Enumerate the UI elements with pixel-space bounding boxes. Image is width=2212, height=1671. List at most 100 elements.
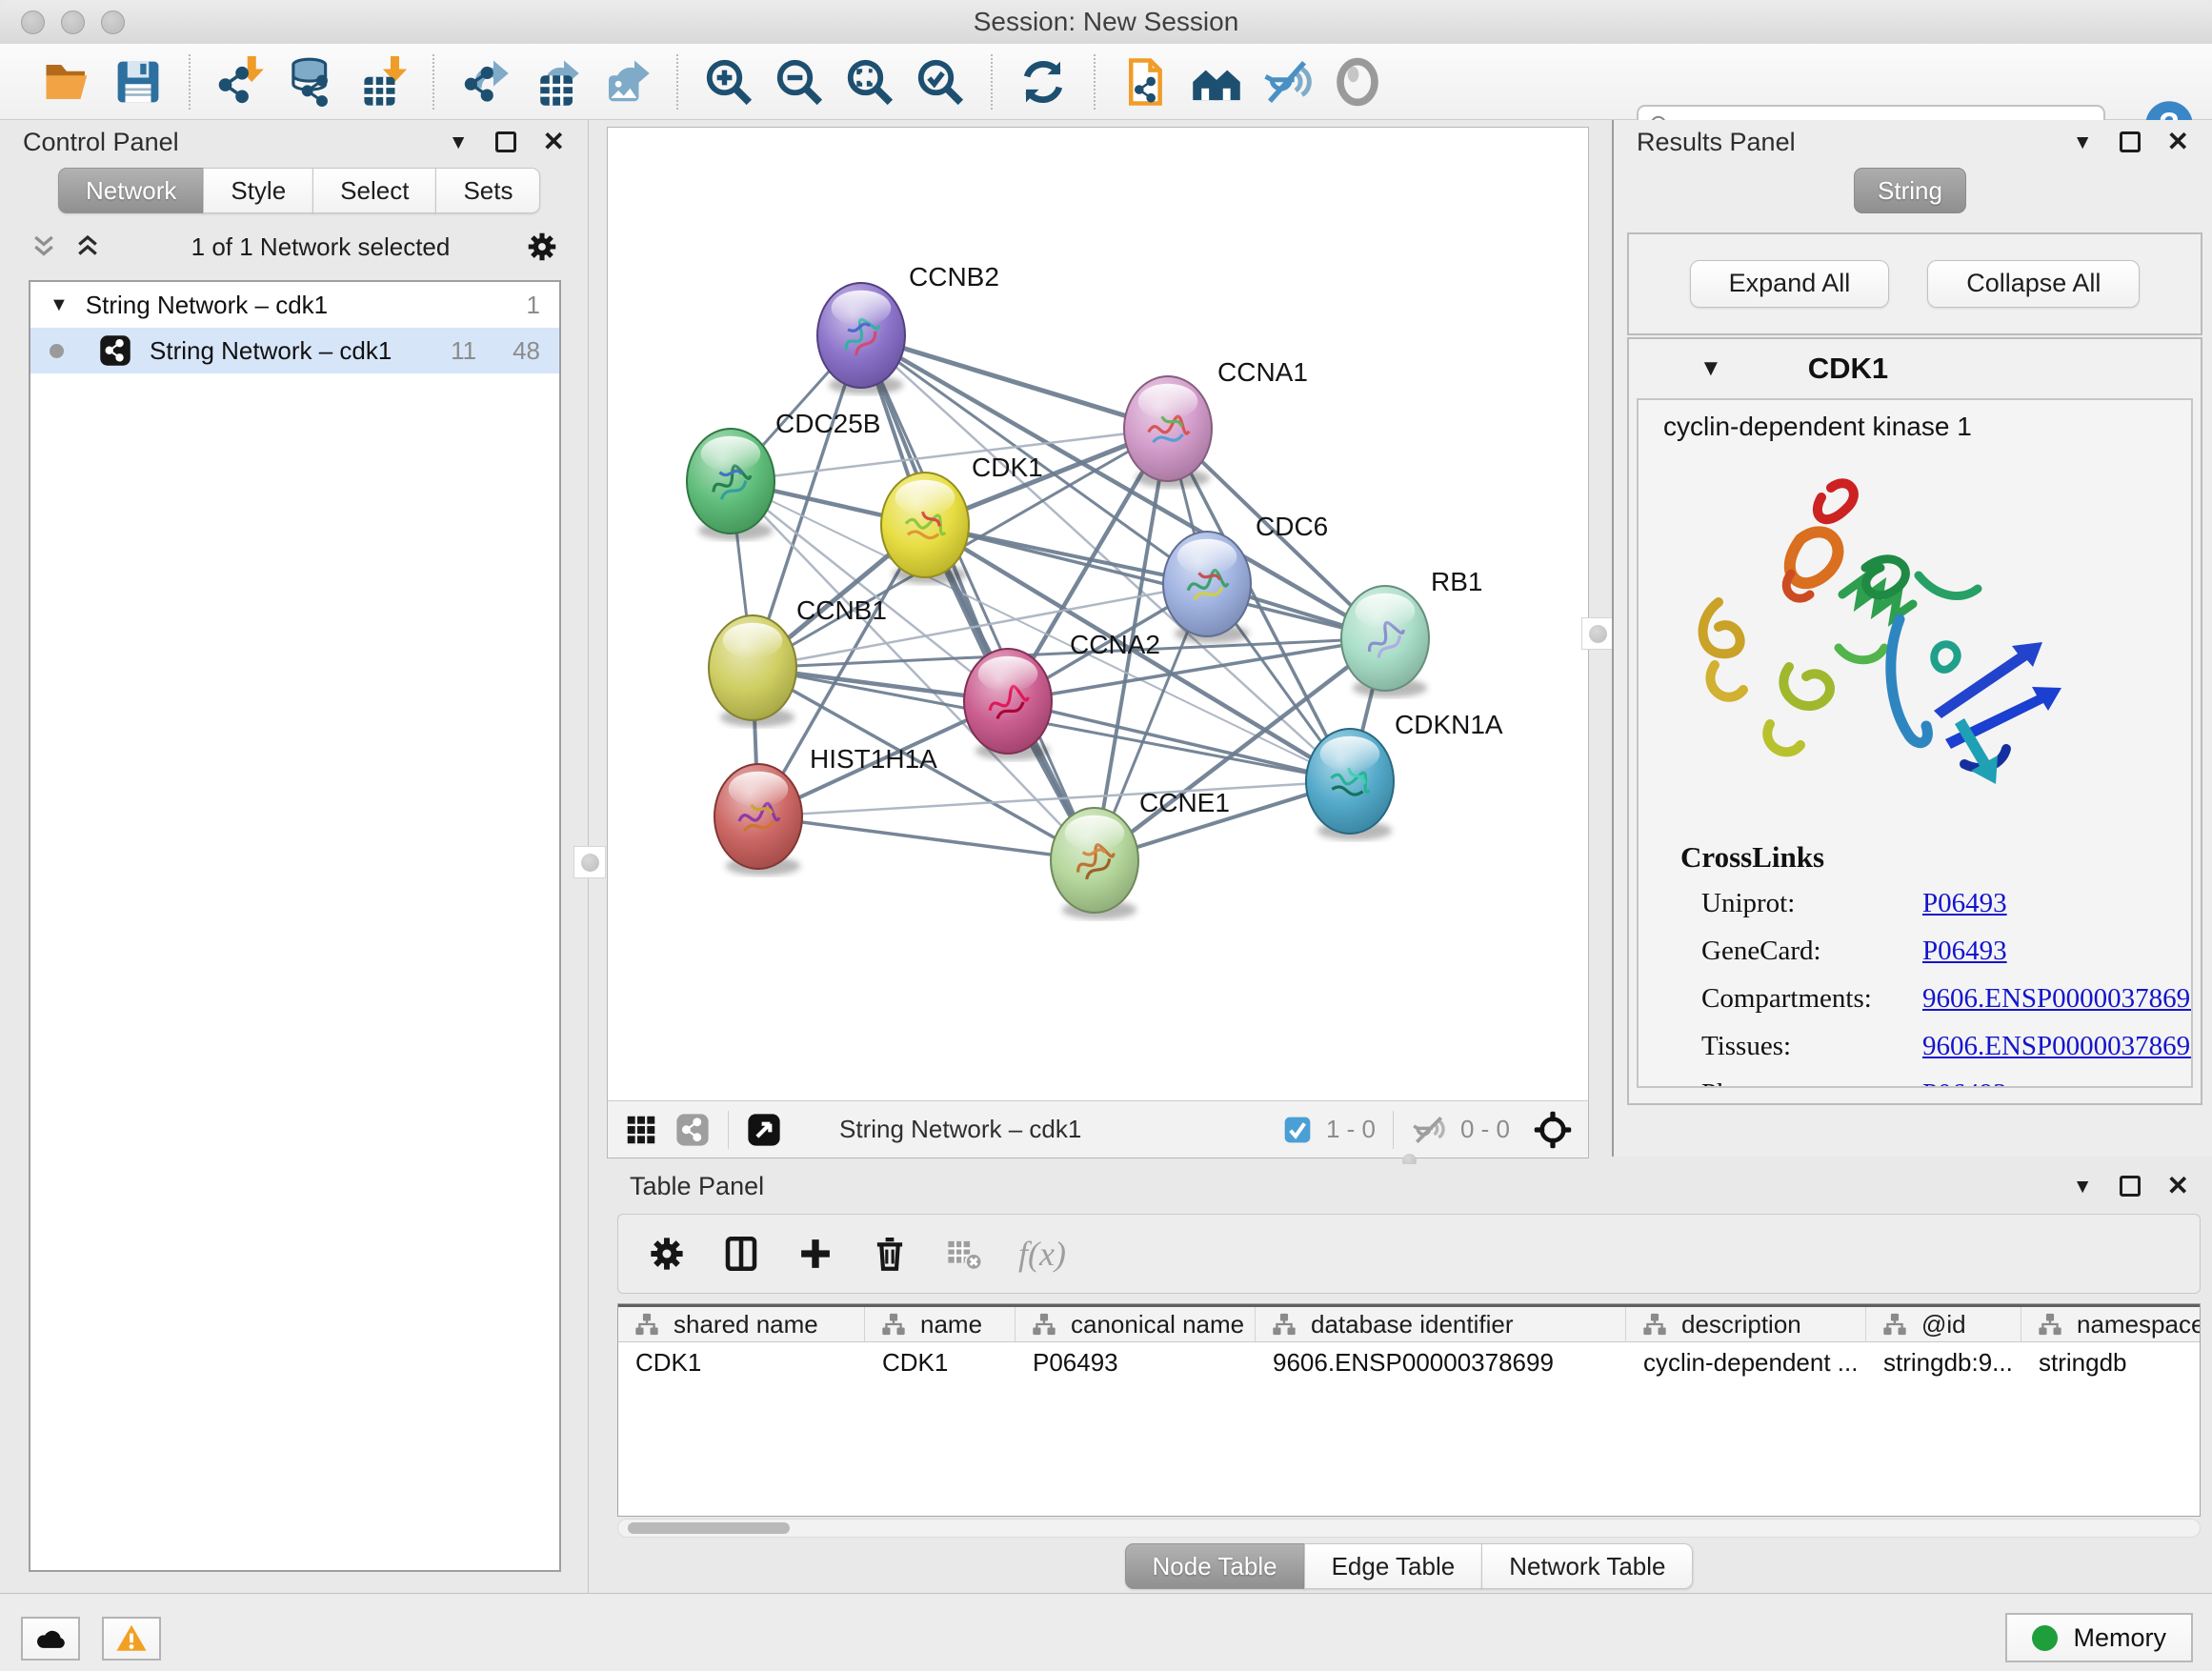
column-header-name[interactable]: name: [865, 1307, 1016, 1341]
table-header-row: shared namenamecanonical namedatabase id…: [618, 1304, 2200, 1342]
tab-string[interactable]: String: [1854, 168, 1966, 213]
save-session-icon[interactable]: [112, 56, 164, 108]
column-header-databaseidentifier[interactable]: database identifier: [1256, 1307, 1626, 1341]
column-type-icon: [633, 1311, 660, 1338]
column-header-id[interactable]: @id: [1866, 1307, 2021, 1341]
minimize-window-button[interactable]: [61, 10, 85, 34]
column-header-namespace[interactable]: namespace: [2021, 1307, 2201, 1341]
tab-network-table[interactable]: Network Table: [1481, 1543, 1693, 1589]
crosslinks-section: CrossLinks Uniprot:P06493GeneCard:P06493…: [1680, 840, 2193, 1088]
pan-crosshair-icon[interactable]: [1533, 1110, 1573, 1150]
crosslink-link[interactable]: P06493: [1922, 936, 2007, 967]
function-builder-icon[interactable]: f(x): [1018, 1234, 1066, 1274]
network-tree-row[interactable]: ▼String Network – cdk11: [30, 282, 559, 328]
crosslink-link[interactable]: 9606.ENSP00000378699: [1922, 983, 2193, 1015]
table-cell: CDK1: [618, 1348, 865, 1378]
network-tree-row[interactable]: String Network – cdk11148: [30, 328, 559, 373]
network-node-CDC6[interactable]: CDC6: [1163, 512, 1328, 643]
export-image-icon[interactable]: [600, 56, 652, 108]
network-node-CCNA1[interactable]: CCNA1: [1124, 357, 1308, 488]
warnings-button[interactable]: [102, 1617, 161, 1661]
tab-node-table[interactable]: Node Table: [1125, 1543, 1305, 1589]
network-node-CDKN1A[interactable]: CDKN1A: [1306, 710, 1503, 840]
table-settings-icon[interactable]: [647, 1234, 687, 1274]
crosslink-link[interactable]: P06493: [1922, 1078, 2007, 1088]
table-panel: Table Panel ▼ ✕ f(x) shared namenamecano…: [607, 1164, 2212, 1593]
network-node-CCNB1[interactable]: CCNB1: [709, 595, 887, 727]
zoom-in-icon[interactable]: [703, 56, 754, 108]
float-panel-icon[interactable]: [2120, 1176, 2141, 1197]
network-canvas[interactable]: CCNB2CCNA1CDC25BCDK1CDC6RB1CCNB1CCNA2CDK…: [608, 128, 1588, 1099]
string-lens-icon[interactable]: [1332, 56, 1383, 108]
expand-all-networks-icon[interactable]: [72, 232, 103, 261]
network-node-CCNE1[interactable]: CCNE1: [1051, 788, 1230, 919]
export-table-icon[interactable]: [530, 56, 581, 108]
delete-column-icon[interactable]: [870, 1234, 910, 1274]
network-options-gear-icon[interactable]: [525, 230, 559, 264]
scrollbar-thumb[interactable]: [628, 1522, 790, 1534]
zoom-selected-icon[interactable]: [915, 56, 966, 108]
import-string-network-icon[interactable]: [1120, 56, 1172, 108]
right-splitter-handle[interactable]: [1581, 617, 1614, 650]
collapse-all-networks-icon[interactable]: [29, 232, 59, 261]
close-panel-icon[interactable]: ✕: [2167, 1173, 2189, 1199]
network-node-CCNB2[interactable]: CCNB2: [817, 262, 999, 394]
column-header-sharedname[interactable]: shared name: [618, 1307, 865, 1341]
close-panel-icon[interactable]: ✕: [2167, 129, 2189, 155]
collapse-panel-icon[interactable]: ▼: [2073, 132, 2093, 152]
collapse-all-button[interactable]: Collapse All: [1927, 260, 2140, 308]
edge-count: 48: [513, 336, 540, 366]
string-style-toggle-icon[interactable]: [1261, 56, 1313, 108]
add-column-icon[interactable]: [795, 1234, 835, 1274]
import-network-from-database-icon[interactable]: [286, 56, 337, 108]
column-type-icon: [1881, 1311, 1908, 1338]
column-header-canonicalname[interactable]: canonical name: [1016, 1307, 1256, 1341]
float-panel-icon[interactable]: [2120, 131, 2141, 152]
table-horizontal-scrollbar[interactable]: [617, 1519, 2201, 1538]
tree-expand-icon[interactable]: ▼: [50, 294, 69, 316]
network-node-HIST1H1A[interactable]: HIST1H1A: [714, 744, 937, 876]
clear-table-icon[interactable]: [944, 1234, 984, 1274]
hidden-eye-slash-icon[interactable]: [1411, 1112, 1447, 1148]
close-window-button[interactable]: [21, 10, 45, 34]
show-columns-icon[interactable]: [721, 1234, 761, 1274]
export-network-icon[interactable]: [459, 56, 511, 108]
share-view-icon[interactable]: [674, 1112, 711, 1148]
crosslink-link[interactable]: 9606.ENSP00000378699: [1922, 1031, 2193, 1062]
node-label: CCNA1: [1217, 357, 1308, 387]
collapse-panel-icon[interactable]: ▼: [449, 132, 469, 152]
grid-view-icon[interactable]: [623, 1112, 659, 1148]
tab-edge-table[interactable]: Edge Table: [1304, 1543, 1483, 1589]
float-panel-icon[interactable]: [495, 131, 516, 152]
import-table-from-file-icon[interactable]: [356, 56, 408, 108]
memory-status-dot: [2032, 1625, 2058, 1651]
results-panel-title: Results Panel: [1637, 128, 1796, 157]
zoom-out-icon[interactable]: [774, 56, 825, 108]
collapse-panel-icon[interactable]: ▼: [2073, 1177, 2093, 1197]
toolbar-separator: [991, 54, 993, 110]
string-protein-query-icon[interactable]: [1191, 56, 1242, 108]
selected-checkbox-icon[interactable]: [1282, 1115, 1313, 1145]
node-label: CDC25B: [775, 409, 880, 438]
import-network-from-file-icon[interactable]: [215, 56, 267, 108]
cloud-status-button[interactable]: [21, 1617, 80, 1661]
maximize-window-button[interactable]: [101, 10, 125, 34]
expand-all-button[interactable]: Expand All: [1690, 260, 1890, 308]
table-cell: 9606.ENSP00000378699: [1256, 1348, 1626, 1378]
memory-button[interactable]: Memory: [2005, 1613, 2193, 1662]
table-row[interactable]: CDK1CDK1P064939606.ENSP00000378699cyclin…: [618, 1342, 2200, 1382]
tab-sets[interactable]: Sets: [435, 168, 540, 213]
tab-network[interactable]: Network: [58, 168, 204, 213]
tab-select[interactable]: Select: [312, 168, 436, 213]
birdseye-view-icon[interactable]: [746, 1112, 782, 1148]
fit-content-icon[interactable]: [844, 56, 895, 108]
crosslink-link[interactable]: P06493: [1922, 888, 2007, 919]
gene-collapse-icon[interactable]: ▼: [1699, 355, 1722, 382]
column-header-description[interactable]: description: [1626, 1307, 1866, 1341]
network-node-RB1[interactable]: RB1: [1341, 567, 1482, 697]
refresh-view-icon[interactable]: [1017, 56, 1069, 108]
left-splitter-handle[interactable]: [573, 846, 606, 878]
tab-style[interactable]: Style: [203, 168, 313, 213]
close-panel-icon[interactable]: ✕: [543, 129, 565, 155]
open-session-icon[interactable]: [42, 56, 93, 108]
